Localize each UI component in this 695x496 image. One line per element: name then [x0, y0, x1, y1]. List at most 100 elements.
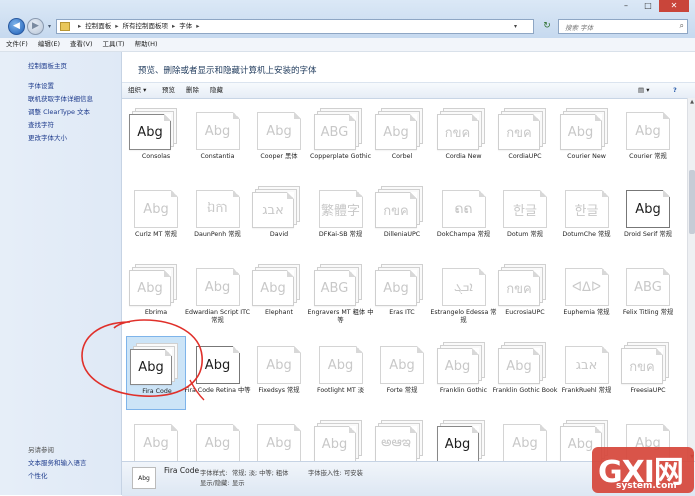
font-tile[interactable]: Abg Curlz MT 常规 [126, 180, 186, 254]
font-tile[interactable]: ABG Engravers MT 粗体 中等 [307, 258, 374, 332]
font-tile[interactable]: Abg Eras ITC [372, 258, 432, 332]
history-dropdown-icon[interactable]: ▾ [48, 23, 51, 30]
font-tile[interactable]: Abg Consolas [126, 102, 186, 176]
font-file-icon: Abg [626, 190, 670, 228]
font-tile[interactable]: กขค Cordia New [434, 102, 494, 176]
menu-view[interactable]: 查看(V) [70, 38, 93, 51]
sidebar-home-link[interactable]: 控制面板主页 [28, 60, 67, 70]
vertical-scrollbar[interactable]: ▲ ▼ [687, 98, 695, 461]
font-sample-text: กขค [506, 125, 532, 141]
forward-button[interactable]: ▶ [27, 18, 44, 35]
breadcrumb-item[interactable]: 字体 [179, 22, 192, 30]
font-tile[interactable]: Abg Courier New [557, 102, 617, 176]
maximize-button[interactable]: □ [637, 0, 659, 12]
font-sample-text: Abg [143, 201, 169, 217]
font-tile[interactable]: AbgGeorgia [434, 414, 494, 461]
font-name-label: FreesiaUPC [630, 387, 666, 394]
sidebar-link-font-size[interactable]: 更改字体大小 [28, 132, 67, 142]
organize-button[interactable]: 组织 ▾ [128, 85, 146, 96]
sidebar-link-font-settings[interactable]: 字体设置 [28, 80, 54, 90]
font-tile[interactable]: Abg Franklin Gothic [434, 336, 494, 410]
font-sample-text: ຄຄ [454, 201, 473, 217]
font-sample-text: Abg [266, 123, 292, 139]
minimize-button[interactable]: – [615, 0, 637, 12]
search-box[interactable]: ⌕ [558, 19, 688, 34]
breadcrumb-item[interactable]: 控制面板 [85, 22, 111, 30]
font-file-icon: Abg [134, 190, 178, 228]
font-tile[interactable]: Abg Fixedsys 常规 [249, 336, 309, 410]
font-tile[interactable]: אבג FrankRuehl 常规 [557, 336, 617, 410]
font-tile[interactable]: Abg Constantia [188, 102, 248, 176]
font-tile[interactable]: AbgGabriola 常规 [249, 414, 309, 461]
sidebar-link-cleartype[interactable]: 调整 ClearType 文本 [28, 106, 90, 116]
menu-file[interactable]: 文件(F) [6, 38, 28, 51]
font-tile[interactable]: ឯកា DaunPenh 常规 [188, 180, 248, 254]
menu-help[interactable]: 帮助(H) [135, 38, 158, 51]
font-file-icon: అఆఇ [375, 426, 417, 461]
font-tile[interactable]: AbgGaramond [311, 414, 371, 461]
font-tile[interactable]: అఆఇGautami [372, 414, 432, 461]
font-sample-text: Abg [512, 435, 538, 451]
breadcrumb-item[interactable]: 所有控制面板项 [123, 22, 169, 30]
font-tile[interactable]: AbgFrench Script [188, 414, 248, 461]
hide-button[interactable]: 隐藏 [210, 85, 223, 96]
font-tile[interactable]: ຄຄ DokChampa 常规 [434, 180, 494, 254]
font-file-icon: 한글 [564, 190, 609, 228]
font-tile[interactable]: Abg Cooper 黑体 [249, 102, 309, 176]
font-tile[interactable]: Abg Courier 常规 [618, 102, 678, 176]
search-icon[interactable]: ⌕ [680, 21, 684, 31]
font-tile[interactable]: Abg Ebrima [126, 258, 186, 332]
font-tile[interactable]: ABG Copperplate Gothic [310, 102, 371, 176]
delete-button[interactable]: 删除 [186, 85, 199, 96]
font-tile[interactable]: Abg Forte 常规 [372, 336, 432, 410]
search-input[interactable] [563, 21, 675, 34]
menu-edit[interactable]: 编辑(E) [38, 38, 60, 51]
font-tile[interactable]: AbgGigi 常规 [495, 414, 555, 461]
font-tile[interactable]: ᐊᐃᐅ Euphemia 常规 [557, 258, 617, 332]
font-tile[interactable]: กขค FreesiaUPC [618, 336, 678, 410]
help-icon[interactable]: ? [673, 85, 677, 96]
preview-button[interactable]: 预览 [162, 85, 175, 96]
font-tile[interactable]: กขค CordiaUPC [495, 102, 555, 176]
font-sample-text: ឯកា [207, 200, 228, 216]
font-tile[interactable]: 繁體字 DFKai-SB 常规 [311, 180, 371, 254]
refresh-icon[interactable]: ↻ [538, 19, 556, 34]
font-tile[interactable]: Abg Footlight MT 淡 [311, 336, 371, 410]
details-embed-value: 可安装 [344, 470, 363, 477]
font-sample-text: กขค [444, 125, 471, 141]
font-tile[interactable]: Abg Fira Code Retina 中等 [184, 336, 251, 410]
sidebar-link-find-character[interactable]: 查找字符 [28, 119, 54, 129]
font-sample-text: 한글 [574, 203, 599, 219]
font-sample-text: Abg [137, 280, 163, 296]
font-tile[interactable]: Abg Droid Serif 常规 [618, 180, 678, 254]
sidebar-link-online-info[interactable]: 联机获取字体详细信息 [28, 93, 93, 103]
see-also-text-services[interactable]: 文本服务和输入语言 [28, 457, 87, 467]
address-bar[interactable]: ▸ 控制面板 ▸ 所有控制面板项 ▸ 字体 ▸ ▾ [56, 19, 534, 34]
font-tile[interactable]: ܐܒܓ Estrangelo Edessa 常规 [430, 258, 497, 332]
font-tile[interactable]: Abg Corbel [372, 102, 432, 176]
font-tile[interactable]: Abg Fira Code [126, 336, 186, 410]
font-tile[interactable]: กขค DilleniaUPC [372, 180, 432, 254]
font-tile[interactable]: Abg Edwardian Script ITC 常规 [185, 258, 250, 332]
font-tile[interactable]: ABG Felix Titling 常规 [618, 258, 678, 332]
font-tile[interactable]: אבג David [249, 180, 309, 254]
address-dropdown-icon[interactable]: ▾ [514, 21, 517, 32]
details-show-label: 显示/隐藏: [200, 480, 230, 487]
menu-tools[interactable]: 工具(T) [103, 38, 125, 51]
font-tile[interactable]: 한글 DotumChe 常规 [557, 180, 617, 254]
back-button[interactable]: ◀ [8, 18, 25, 35]
scrollbar-thumb[interactable] [689, 170, 695, 234]
close-button[interactable]: ✕ [659, 0, 689, 12]
font-tile[interactable]: 한글 Dotum 常规 [495, 180, 555, 254]
font-file-icon: ABG [626, 268, 670, 306]
see-also-personalization[interactable]: 个性化 [28, 470, 48, 480]
font-tile[interactable]: กขค EucrosiaUPC [495, 258, 555, 332]
scroll-up-icon[interactable]: ▲ [688, 98, 695, 106]
font-tile[interactable]: Abg Franklin Gothic Book [493, 336, 557, 410]
font-file-icon: ᐊᐃᐅ [564, 268, 609, 306]
font-tile[interactable]: Abg Elephant [249, 258, 309, 332]
font-tile[interactable]: AbgFreestyle Script [126, 414, 186, 461]
font-grid: Abg Consolas Abg Constantia Abg Cooper 黑体 ABG C… [122, 98, 685, 461]
command-bar: 组织 ▾ 预览 删除 隐藏 ▤ ▾ ? [122, 82, 695, 99]
view-options-icon[interactable]: ▤ ▾ [638, 85, 649, 96]
